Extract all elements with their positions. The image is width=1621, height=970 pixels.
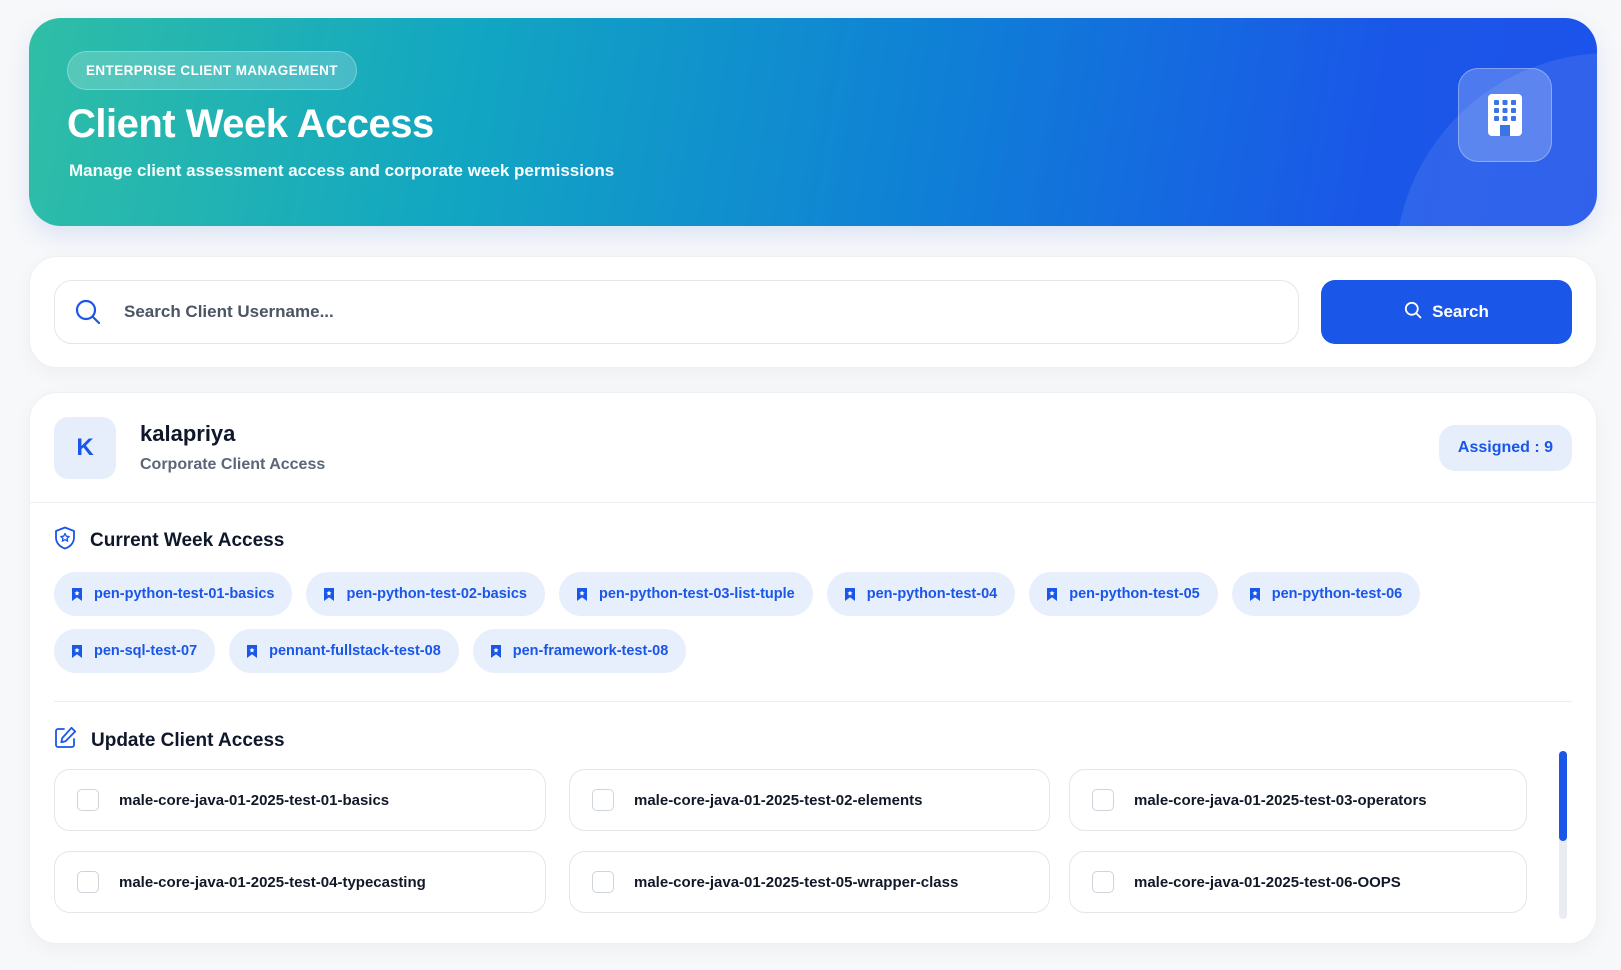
- bookmark-icon: [576, 587, 587, 601]
- access-tag: pen-python-test-03-list-tuple: [558, 572, 813, 616]
- access-option[interactable]: male-core-java-01-2025-test-05-wrapper-c…: [569, 851, 1050, 913]
- bookmark-icon: [247, 644, 258, 658]
- bookmark-icon: [72, 644, 82, 658]
- search-button-label: Search: [1432, 302, 1489, 321]
- search-icon: [74, 298, 102, 326]
- access-tag: pennant-fullstack-test-08: [229, 629, 459, 673]
- access-tag: pen-python-test-05: [1029, 572, 1218, 616]
- page-subtitle: Manage client assessment access and corp…: [69, 161, 615, 180]
- bookmark-icon: [1047, 587, 1058, 601]
- building-icon: [1458, 68, 1552, 162]
- options-scrollbar[interactable]: [1559, 751, 1567, 919]
- avatar: K: [54, 417, 116, 479]
- client-subtitle: Corporate Client Access: [140, 456, 326, 473]
- access-tag: pen-python-test-06: [1231, 572, 1421, 616]
- access-tag: pen-python-test-02-basics: [306, 572, 545, 616]
- checkbox[interactable]: [77, 871, 99, 893]
- access-option[interactable]: male-core-java-01-2025-test-01-basics: [54, 769, 546, 831]
- page-header-banner: ENTERPRISE CLIENT MANAGEMENT Client Week…: [29, 18, 1597, 226]
- client-card: K kalapriya Corporate Client Access Assi…: [29, 392, 1597, 944]
- assigned-count-badge: Assigned : 9: [1439, 425, 1572, 471]
- bookmark-icon: [324, 587, 335, 601]
- shield-star-icon: [54, 526, 76, 556]
- bookmark-icon: [72, 587, 82, 601]
- current-week-access-heading: Current Week Access: [54, 526, 284, 556]
- section-title: Update Client Access: [91, 729, 285, 751]
- access-tag: pen-sql-test-07: [54, 629, 216, 673]
- checkbox[interactable]: [1092, 871, 1114, 893]
- edit-icon: [54, 726, 77, 755]
- access-option[interactable]: male-core-java-01-2025-test-03-operators: [1069, 769, 1527, 831]
- checkbox[interactable]: [77, 789, 99, 811]
- access-tag: pen-python-test-01-basics: [54, 572, 293, 616]
- header-badge: ENTERPRISE CLIENT MANAGEMENT: [67, 51, 357, 90]
- search-field[interactable]: [54, 280, 1299, 344]
- client-name: kalapriya: [140, 421, 236, 446]
- bookmark-icon: [490, 644, 501, 658]
- bookmark-icon: [844, 587, 855, 601]
- access-option[interactable]: male-core-java-01-2025-test-06-OOPS: [1069, 851, 1527, 913]
- checkbox[interactable]: [592, 871, 614, 893]
- access-option[interactable]: male-core-java-01-2025-test-02-elements: [569, 769, 1050, 831]
- section-title: Current Week Access: [90, 530, 285, 551]
- search-icon: [1404, 301, 1422, 324]
- current-access-tags: pen-python-test-01-basics pen-python-tes…: [54, 572, 1584, 673]
- search-card: Search: [29, 256, 1597, 368]
- bookmark-icon: [1249, 587, 1260, 601]
- access-tag: pen-python-test-04: [826, 572, 1016, 616]
- section-divider: [54, 701, 1572, 702]
- page-title: Client Week Access: [67, 102, 434, 146]
- checkbox[interactable]: [1092, 789, 1114, 811]
- update-client-access-heading: Update Client Access: [54, 726, 285, 755]
- client-header: K kalapriya Corporate Client Access Assi…: [30, 393, 1596, 503]
- access-tag: pen-framework-test-08: [472, 629, 687, 673]
- search-button[interactable]: Search: [1321, 280, 1572, 344]
- scrollbar-thumb[interactable]: [1559, 751, 1567, 841]
- access-option[interactable]: male-core-java-01-2025-test-04-typecasti…: [54, 851, 546, 913]
- search-input[interactable]: [124, 292, 1224, 332]
- checkbox[interactable]: [592, 789, 614, 811]
